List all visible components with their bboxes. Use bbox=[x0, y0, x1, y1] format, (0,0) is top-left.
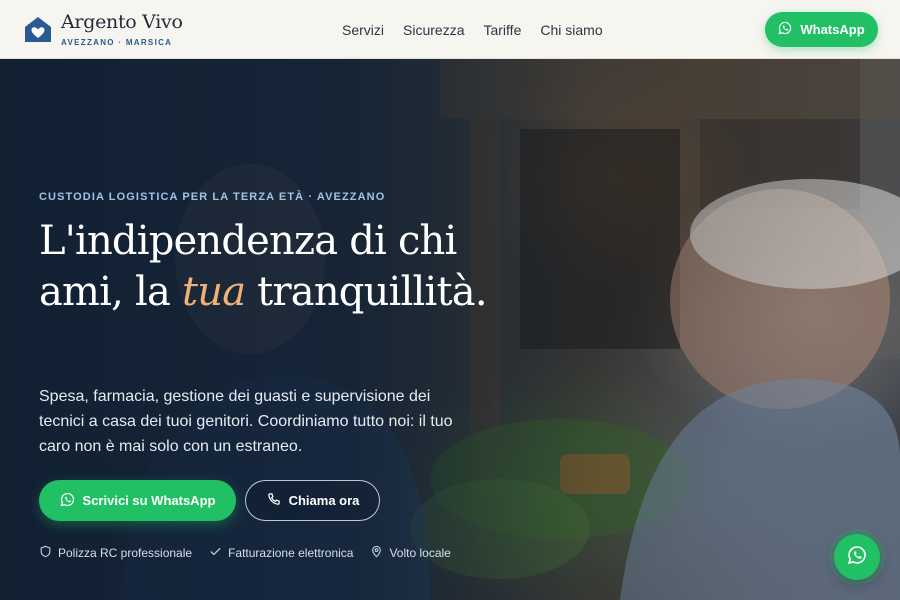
trust-item-insurance: Polizza RC professionale bbox=[39, 545, 192, 561]
whatsapp-icon bbox=[778, 21, 792, 38]
main-nav: Servizi Sicurezza Tariffe Chi siamo bbox=[342, 21, 603, 39]
hero-headline: L'indipendenza di chi ami, la tua tranqu… bbox=[39, 216, 509, 318]
hero-lead-text: Spesa, farmacia, gestione dei guasti e s… bbox=[39, 388, 453, 455]
brand-name[interactable]: Argento Vivo bbox=[61, 11, 183, 33]
header-whatsapp-label: WhatsApp bbox=[800, 22, 865, 37]
map-pin-icon bbox=[370, 545, 383, 561]
phone-icon bbox=[266, 492, 281, 510]
call-now-label: Chiama ora bbox=[288, 493, 360, 508]
trust-item-label: Fatturazione elettronica bbox=[228, 546, 354, 560]
whatsapp-cta-label: Scrivici su WhatsApp bbox=[82, 493, 216, 508]
shield-icon bbox=[39, 545, 52, 561]
hero-eyebrow: CUSTODIA LOGISTICA PER LA TERZA ETÀ · AV… bbox=[39, 191, 386, 203]
trust-item-invoicing: Fatturazione elettronica bbox=[209, 545, 353, 561]
nav-item-tariffe[interactable]: Tariffe bbox=[483, 21, 521, 39]
floating-whatsapp-button[interactable] bbox=[834, 534, 880, 580]
headline-accent-word: tua bbox=[181, 269, 246, 315]
hero-section: CUSTODIA LOGISTICA PER LA TERZA ETÀ · AV… bbox=[0, 59, 900, 600]
trust-item-local: Volto locale bbox=[370, 545, 451, 561]
headline-text-end: tranquillità. bbox=[245, 269, 487, 315]
whatsapp-icon bbox=[60, 492, 75, 510]
whatsapp-icon bbox=[847, 545, 867, 570]
whatsapp-cta-button[interactable]: Scrivici su WhatsApp bbox=[39, 480, 236, 521]
nav-item-chi-siamo[interactable]: Chi siamo bbox=[540, 21, 602, 39]
check-icon bbox=[209, 545, 222, 561]
site-header: Argento Vivo AVEZZANO · MARSICA Servizi … bbox=[0, 0, 900, 59]
nav-item-servizi[interactable]: Servizi bbox=[342, 21, 384, 39]
trust-item-label: Polizza RC professionale bbox=[58, 546, 193, 560]
brand-subtitle: AVEZZANO · MARSICA bbox=[61, 38, 173, 47]
nav-item-sicurezza[interactable]: Sicurezza bbox=[403, 21, 464, 39]
header-whatsapp-button[interactable]: WhatsApp bbox=[765, 12, 878, 47]
trust-badges: Polizza RC professionale Fatturazione el… bbox=[39, 545, 451, 561]
call-now-button[interactable]: Chiama ora bbox=[245, 480, 380, 521]
house-heart-logo-icon[interactable] bbox=[24, 14, 52, 44]
trust-item-label: Volto locale bbox=[389, 546, 451, 560]
